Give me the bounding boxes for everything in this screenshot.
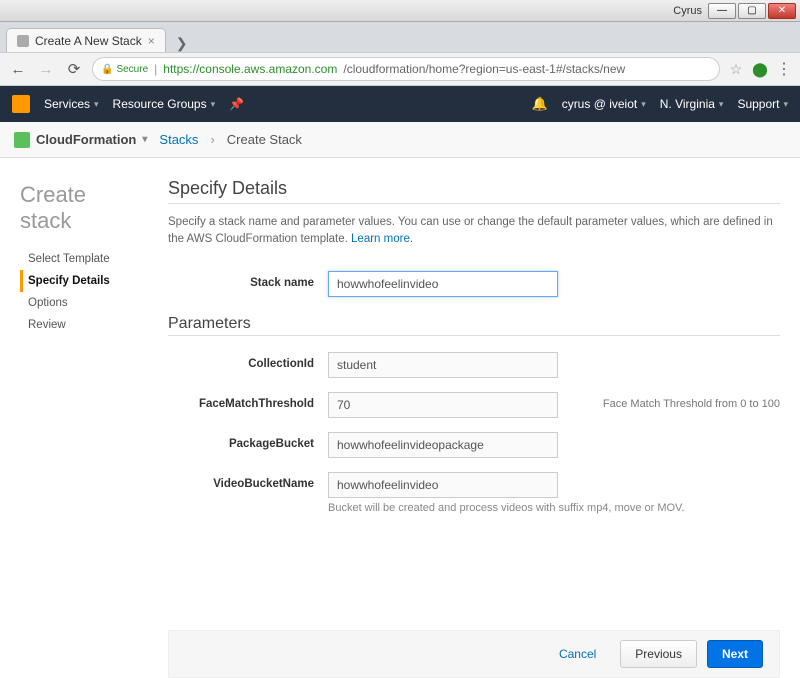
stack-name-label: Stack name [168, 271, 328, 289]
wizard-steps: Select Template Specify Details Options … [20, 248, 140, 336]
breadcrumb-current: Create Stack [227, 132, 302, 147]
browser-menu-icon[interactable]: ⋮ [776, 61, 792, 77]
param-input-videobucketname[interactable] [328, 472, 558, 498]
browser-tabstrip: Create A New Stack × ❯ [0, 22, 800, 52]
url-path: /cloudformation/home?region=us-east-1#/s… [343, 62, 625, 76]
nav-support-menu[interactable]: Support▾ [737, 97, 788, 111]
wizard-step-options[interactable]: Options [20, 292, 140, 314]
nav-user-menu[interactable]: cyrus @ iveiot▾ [562, 97, 646, 111]
next-button[interactable]: Next [707, 640, 763, 668]
window-close-button[interactable]: ✕ [768, 3, 796, 19]
service-cube-icon [14, 132, 30, 148]
lock-icon: 🔒 Secure [101, 64, 148, 75]
reload-button[interactable]: ⟳ [64, 59, 84, 79]
address-bar[interactable]: 🔒 Secure | https://console.aws.amazon.co… [92, 57, 720, 81]
browser-tab[interactable]: Create A New Stack × [6, 28, 166, 52]
cancel-button[interactable]: Cancel [545, 640, 610, 668]
wizard-step-select-template[interactable]: Select Template [20, 248, 140, 270]
section-description: Specify a stack name and parameter value… [168, 214, 780, 249]
parameters-heading: Parameters [168, 315, 780, 333]
wizard-step-specify-details[interactable]: Specify Details [20, 270, 140, 292]
wizard-footer: Cancel Previous Next [168, 630, 780, 678]
service-name[interactable]: CloudFormation ▾ [14, 132, 147, 148]
tab-favicon [17, 35, 29, 47]
extension-icon[interactable]: ⬤ [752, 61, 768, 77]
param-side-facematchthreshold: Face Match Threshold from 0 to 100 [593, 392, 780, 410]
nav-pin-icon[interactable]: 📌 [229, 97, 244, 111]
param-label-collectionid: CollectionId [168, 352, 328, 370]
param-input-packagebucket[interactable] [328, 432, 558, 458]
window-maximize-button[interactable]: ▢ [738, 3, 766, 19]
window-user-label: Cyrus [673, 5, 702, 17]
forward-button[interactable]: → [36, 59, 56, 79]
chevron-down-icon: ▾ [142, 134, 147, 145]
nav-resource-groups[interactable]: Resource Groups▾ [113, 97, 216, 111]
service-breadcrumb-bar: CloudFormation ▾ Stacks › Create Stack [0, 122, 800, 158]
nav-services[interactable]: Services▾ [44, 97, 99, 111]
param-label-facematchthreshold: FaceMatchThreshold [168, 392, 328, 410]
bookmark-star-icon[interactable]: ☆ [728, 61, 744, 77]
nav-region-menu[interactable]: N. Virginia▾ [660, 97, 724, 111]
url-host: https://console.aws.amazon.com [163, 62, 337, 76]
tab-close-icon[interactable]: × [148, 34, 155, 48]
window-minimize-button[interactable]: — [708, 3, 736, 19]
aws-logo-icon[interactable] [12, 95, 30, 113]
browser-toolbar: ← → ⟳ 🔒 Secure | https://console.aws.ama… [0, 52, 800, 86]
tab-title: Create A New Stack [35, 34, 142, 48]
wizard-step-review[interactable]: Review [20, 314, 140, 336]
param-input-collectionid[interactable] [328, 352, 558, 378]
stack-name-input[interactable] [328, 271, 558, 297]
window-titlebar: Cyrus — ▢ ✕ [0, 0, 800, 22]
back-button[interactable]: ← [8, 59, 28, 79]
main-content: Create stack Select Template Specify Det… [0, 158, 800, 678]
breadcrumb-stacks[interactable]: Stacks [159, 132, 198, 147]
aws-top-nav: Services▾ Resource Groups▾ 📌 🔔 cyrus @ i… [0, 86, 800, 122]
notifications-bell-icon[interactable]: 🔔 [532, 96, 548, 112]
new-tab-button[interactable]: ❯ [170, 35, 194, 52]
previous-button[interactable]: Previous [620, 640, 697, 668]
param-label-packagebucket: PackageBucket [168, 432, 328, 450]
param-hint-videobucketname: Bucket will be created and process video… [328, 502, 780, 514]
learn-more-link[interactable]: Learn more. [351, 233, 413, 245]
param-label-videobucketname: VideoBucketName [168, 472, 328, 490]
section-heading: Specify Details [168, 178, 780, 199]
breadcrumb-separator: › [210, 132, 214, 147]
page-title: Create stack [20, 182, 140, 234]
param-input-facematchthreshold[interactable] [328, 392, 558, 418]
